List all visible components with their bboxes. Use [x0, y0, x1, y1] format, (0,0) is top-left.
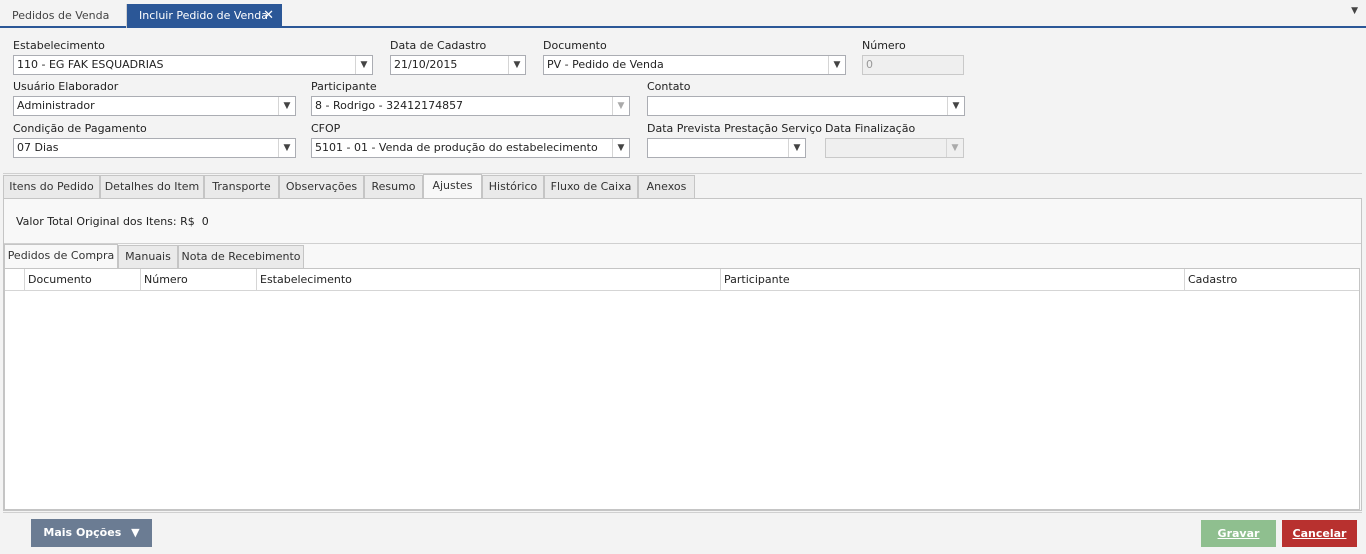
tab-detalhes-do-item[interactable]: Detalhes do Item — [100, 175, 204, 198]
column-documento[interactable]: Documento — [24, 269, 140, 291]
estabelecimento-select[interactable]: 110 - EG FAK ESQUADRIAS ▼ — [13, 55, 373, 75]
documento-label: Documento — [543, 39, 607, 52]
tab-ajustes[interactable]: Ajustes — [423, 174, 482, 198]
tab-transporte[interactable]: Transporte — [204, 175, 279, 198]
triangle-down-icon: ▼ — [131, 526, 140, 539]
tab-observacoes[interactable]: Observações — [279, 175, 364, 198]
condicao-value: 07 Dias — [17, 141, 59, 154]
valor-total-label: Valor Total Original dos Itens: R$ 0 — [16, 215, 209, 228]
column-participante[interactable]: Participante — [720, 269, 1184, 291]
tab-fluxo-de-caixa[interactable]: Fluxo de Caixa — [544, 175, 638, 198]
subtab-nota-de-recebimento[interactable]: Nota de Recebimento — [178, 245, 304, 268]
chevron-down-icon[interactable]: ▼ — [788, 139, 805, 157]
column-estabelecimento[interactable]: Estabelecimento — [256, 269, 720, 291]
mais-opcoes-label: Mais Opções — [43, 526, 122, 539]
panel-divider — [4, 243, 1361, 244]
chevron-down-icon[interactable]: ▼ — [278, 97, 295, 115]
tab-anexos[interactable]: Anexos — [638, 175, 695, 198]
numero-field: 0 — [862, 55, 964, 75]
chevron-down-icon[interactable]: ▼ — [612, 97, 629, 115]
participante-label: Participante — [311, 80, 377, 93]
tab-historico[interactable]: Histórico — [482, 175, 544, 198]
data-prevista-field[interactable]: ▼ — [647, 138, 806, 158]
contato-select[interactable]: ▼ — [647, 96, 965, 116]
data-prevista-label: Data Prevista Prestação Serviço — [647, 122, 823, 135]
contato-label: Contato — [647, 80, 691, 93]
subtab-manuais[interactable]: Manuais — [118, 245, 178, 268]
usuario-label: Usuário Elaborador — [13, 80, 119, 93]
estabelecimento-value: 110 - EG FAK ESQUADRIAS — [17, 58, 164, 71]
participante-value: 8 - Rodrigo - 32412174857 — [315, 99, 464, 112]
data-cadastro-value: 21/10/2015 — [394, 58, 458, 71]
chevron-down-icon[interactable]: ▼ — [278, 139, 295, 157]
footer-divider — [3, 512, 1362, 513]
doc-tab-incluir-pedido[interactable]: Incluir Pedido de Venda ✕ — [127, 4, 282, 28]
chevron-down-icon[interactable]: ▼ — [612, 139, 629, 157]
data-finalizacao-field: ▼ — [825, 138, 964, 158]
cfop-label: CFOP — [311, 122, 341, 135]
condicao-label: Condição de Pagamento — [13, 122, 147, 135]
documento-value: PV - Pedido de Venda — [547, 58, 664, 71]
numero-label: Número — [862, 39, 906, 52]
form-divider — [3, 173, 1362, 174]
chevron-down-icon: ▼ — [946, 139, 963, 157]
tab-itens-do-pedido[interactable]: Itens do Pedido — [3, 175, 100, 198]
doc-tab-pedidos-de-venda[interactable]: Pedidos de Venda — [0, 4, 127, 28]
close-icon[interactable]: ✕ — [263, 4, 274, 28]
chevron-down-icon[interactable]: ▼ — [828, 56, 845, 74]
cfop-select[interactable]: 5101 - 01 - Venda de produção do estabel… — [311, 138, 630, 158]
documento-select[interactable]: PV - Pedido de Venda ▼ — [543, 55, 846, 75]
chevron-down-icon[interactable]: ▼ — [508, 56, 525, 74]
data-finalizacao-label: Data Finalização — [825, 122, 916, 135]
data-cadastro-field[interactable]: 21/10/2015 ▼ — [390, 55, 526, 75]
chevron-down-icon[interactable]: ▼ — [947, 97, 964, 115]
valor-total-caption: Valor Total Original dos Itens: — [16, 215, 177, 228]
subtab-pedidos-de-compra[interactable]: Pedidos de Compra — [4, 244, 118, 268]
tab-resumo[interactable]: Resumo — [364, 175, 423, 198]
condicao-select[interactable]: 07 Dias ▼ — [13, 138, 296, 158]
valor-total-value: R$ 0 — [180, 215, 209, 228]
cancelar-button[interactable]: Cancelar — [1282, 520, 1357, 547]
usuario-select[interactable]: Administrador ▼ — [13, 96, 296, 116]
doc-tab-label: Pedidos de Venda — [12, 9, 110, 22]
usuario-value: Administrador — [17, 99, 95, 112]
mais-opcoes-button[interactable]: Mais Opções ▼ — [31, 519, 152, 547]
chevron-down-icon[interactable]: ▼ — [1351, 6, 1358, 16]
row-indicator-column — [5, 269, 24, 291]
numero-value: 0 — [866, 58, 873, 71]
cfop-value: 5101 - 01 - Venda de produção do estabel… — [315, 141, 598, 154]
grid-header: Documento Número Estabelecimento Partici… — [5, 269, 1359, 291]
column-cadastro[interactable]: Cadastro — [1184, 269, 1359, 291]
data-cadastro-label: Data de Cadastro — [390, 39, 487, 52]
gravar-button[interactable]: Gravar — [1201, 520, 1276, 547]
estabelecimento-label: Estabelecimento — [13, 39, 105, 52]
pedidos-compra-grid[interactable]: Documento Número Estabelecimento Partici… — [4, 268, 1360, 510]
participante-select[interactable]: 8 - Rodrigo - 32412174857 ▼ — [311, 96, 630, 116]
document-tab-bar: Pedidos de Venda Incluir Pedido de Venda… — [0, 0, 1366, 28]
chevron-down-icon[interactable]: ▼ — [355, 56, 372, 74]
column-numero[interactable]: Número — [140, 269, 256, 291]
doc-tab-label: Incluir Pedido de Venda — [139, 9, 269, 22]
